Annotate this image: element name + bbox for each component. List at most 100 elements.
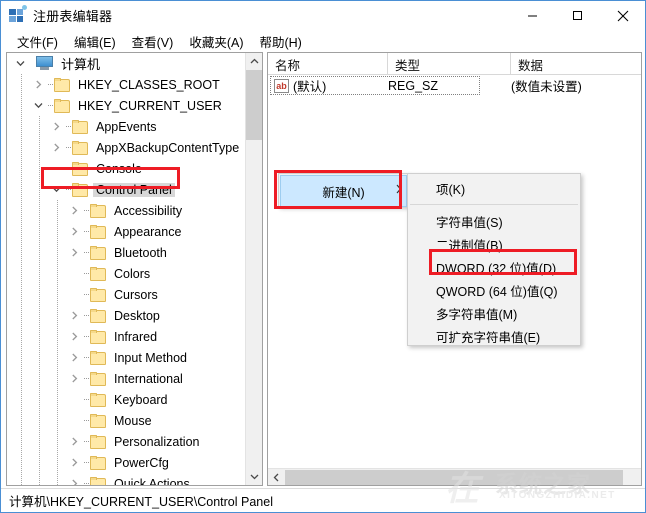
- tree-item-console[interactable]: Console: [7, 158, 245, 179]
- tree-item-personalization[interactable]: Personalization: [7, 431, 245, 452]
- folder-icon: [90, 267, 106, 281]
- menu-help[interactable]: 帮助(H): [252, 30, 308, 53]
- chevron-right-icon[interactable]: [67, 305, 82, 326]
- tree-item-powercfg[interactable]: PowerCfg: [7, 452, 245, 473]
- submenu-item-dword-value[interactable]: DWORD (32 位)值(D): [408, 256, 580, 279]
- submenu-item-binary-value[interactable]: 二进制值(B): [408, 233, 580, 256]
- registry-editor-window: 注册表编辑器 文件(F) 编辑(E) 查看(V) 收藏夹(A) 帮助(H) 计算…: [0, 0, 646, 513]
- tree-guide-line: [57, 200, 58, 485]
- chevron-right-icon[interactable]: [67, 221, 82, 242]
- tree-connector: [82, 410, 90, 431]
- tree-connector: [46, 74, 54, 95]
- list-header: 名称 类型 数据: [268, 53, 641, 75]
- tree-item-appevents[interactable]: AppEvents: [7, 116, 245, 137]
- tree-item-label: Appearance: [111, 225, 184, 239]
- tree-item-label: Colors: [111, 267, 153, 281]
- folder-icon: [90, 288, 106, 302]
- chevron-right-icon[interactable]: [49, 116, 64, 137]
- scroll-down-icon[interactable]: [246, 468, 263, 485]
- menu-edit[interactable]: 编辑(E): [67, 30, 123, 53]
- tree-item-accessibility[interactable]: Accessibility: [7, 200, 245, 221]
- tree-item-control-panel[interactable]: Control Panel: [7, 179, 245, 200]
- scroll-up-icon[interactable]: [246, 53, 263, 70]
- chevron-right-icon[interactable]: [67, 326, 82, 347]
- folder-icon: [72, 162, 88, 176]
- tree-item-label: Quick Actions: [111, 477, 193, 486]
- tree-vertical-scrollbar[interactable]: [245, 53, 262, 485]
- tree-item-cursors[interactable]: Cursors: [7, 284, 245, 305]
- chevron-right-icon[interactable]: [49, 137, 64, 158]
- ab-string-icon: ab: [274, 79, 289, 93]
- chevron-right-icon[interactable]: [67, 242, 82, 263]
- column-header-type[interactable]: 类型: [388, 53, 511, 75]
- tree-item-mouse[interactable]: Mouse: [7, 410, 245, 431]
- list-scroll-thumb[interactable]: [285, 470, 623, 485]
- chevron-right-icon[interactable]: [67, 452, 82, 473]
- submenu-item-key[interactable]: 项(K): [408, 177, 580, 200]
- folder-icon: [54, 78, 70, 92]
- tree-item-appxbackupcontenttype[interactable]: AppXBackupContentType: [7, 137, 245, 158]
- tree-item-infrared[interactable]: Infrared: [7, 326, 245, 347]
- tree-item-label: HKEY_CLASSES_ROOT: [75, 78, 223, 92]
- maximize-button[interactable]: [555, 1, 600, 30]
- menu-bar: 文件(F) 编辑(E) 查看(V) 收藏夹(A) 帮助(H): [1, 30, 645, 52]
- computer-icon: [36, 56, 53, 71]
- tree-item-colors[interactable]: Colors: [7, 263, 245, 284]
- tree-leaf-spacer: [67, 263, 82, 284]
- tree-connector: [82, 200, 90, 221]
- tree-item-label: AppEvents: [93, 120, 159, 134]
- tree-guide-line: [39, 116, 40, 485]
- context-menu-item-new[interactable]: 新建(N): [280, 175, 407, 207]
- submenu-item-multi-string[interactable]: 多字符串值(M): [408, 302, 580, 325]
- scroll-left-icon[interactable]: [268, 469, 285, 485]
- table-row[interactable]: ab (默认) REG_SZ (数值未设置): [268, 75, 641, 96]
- folder-icon: [90, 225, 106, 239]
- context-menu-item-new-label: 新建(N): [322, 182, 364, 201]
- tree-item-keyboard[interactable]: Keyboard: [7, 389, 245, 410]
- chevron-down-icon[interactable]: [49, 179, 64, 200]
- registry-tree[interactable]: 计算机 HKEY_CLASSES_ROOT HKEY_CURRENT_USER App…: [7, 53, 245, 485]
- chevron-right-icon[interactable]: [31, 74, 46, 95]
- tree-scroll-thumb[interactable]: [246, 70, 263, 140]
- tree-leaf-spacer: [49, 158, 64, 179]
- tree-connector: [82, 305, 90, 326]
- minimize-button[interactable]: [510, 1, 555, 30]
- submenu-item-expandable-string[interactable]: 可扩充字符串值(E): [408, 325, 580, 348]
- column-header-data[interactable]: 数据: [511, 53, 641, 75]
- tree-connector: [82, 284, 90, 305]
- context-menu[interactable]: 新建(N): [278, 173, 409, 207]
- chevron-right-icon[interactable]: [67, 431, 82, 452]
- tree-item-bluetooth[interactable]: Bluetooth: [7, 242, 245, 263]
- chevron-down-icon[interactable]: [13, 53, 28, 74]
- tree-item-hkey-classes-root[interactable]: HKEY_CLASSES_ROOT: [7, 74, 245, 95]
- tree-item-international[interactable]: International: [7, 368, 245, 389]
- tree-leaf-spacer: [67, 284, 82, 305]
- folder-icon: [90, 372, 106, 386]
- menu-file[interactable]: 文件(F): [10, 30, 65, 53]
- chevron-down-icon[interactable]: [31, 95, 46, 116]
- column-header-name[interactable]: 名称: [268, 53, 388, 75]
- menu-view[interactable]: 查看(V): [125, 30, 181, 53]
- close-button[interactable]: [600, 1, 645, 30]
- tree-item-input-method[interactable]: Input Method: [7, 347, 245, 368]
- chevron-right-icon[interactable]: [67, 368, 82, 389]
- submenu-item-qword-value[interactable]: QWORD (64 位)值(Q): [408, 279, 580, 302]
- tree-item-quick-actions[interactable]: Quick Actions: [7, 473, 245, 485]
- status-bar: 计算机\HKEY_CURRENT_USER\Control Panel: [1, 488, 645, 512]
- chevron-right-icon[interactable]: [67, 200, 82, 221]
- tree-item-hkey-current-user[interactable]: HKEY_CURRENT_USER: [7, 95, 245, 116]
- tree-item-appearance[interactable]: Appearance: [7, 221, 245, 242]
- tree-item-desktop[interactable]: Desktop: [7, 305, 245, 326]
- folder-icon: [90, 414, 106, 428]
- list-horizontal-scrollbar[interactable]: [268, 468, 641, 485]
- registry-tree-pane[interactable]: 计算机 HKEY_CLASSES_ROOT HKEY_CURRENT_USER App…: [6, 52, 263, 486]
- tree-item-[interactable]: 计算机: [7, 53, 245, 74]
- tree-connector: [82, 452, 90, 473]
- folder-icon: [90, 477, 106, 486]
- menu-favorites[interactable]: 收藏夹(A): [182, 30, 250, 53]
- chevron-right-icon[interactable]: [67, 347, 82, 368]
- chevron-right-icon[interactable]: [67, 473, 82, 485]
- submenu-item-string-value[interactable]: 字符串值(S): [408, 210, 580, 233]
- submenu-separator: [410, 204, 578, 205]
- new-submenu[interactable]: 项(K) 字符串值(S) 二进制值(B) DWORD (32 位)值(D) QW…: [407, 173, 581, 346]
